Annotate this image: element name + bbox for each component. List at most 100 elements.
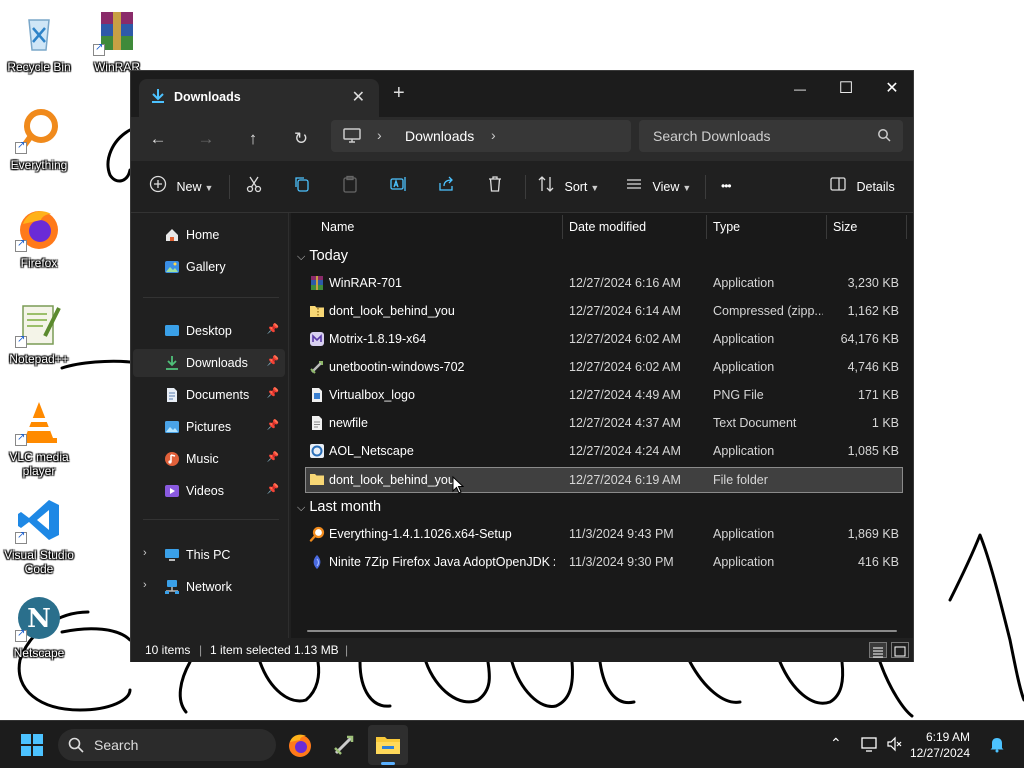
file-row[interactable]: AOL_Netscape 12/27/2024 4:24 AM Applicat… <box>305 439 903 465</box>
group-header-today[interactable]: ⌵ Today <box>297 248 348 264</box>
file-name: WinRAR-701 <box>329 276 402 290</box>
chevron-down-icon: ⌵ <box>297 251 306 263</box>
taskbar-file-explorer[interactable] <box>368 725 408 765</box>
search-box[interactable]: Search Downloads <box>639 120 903 152</box>
sidebar-item-documents[interactable]: Documents 📌 <box>133 381 285 409</box>
group-header-last-month[interactable]: ⌵ Last month <box>297 499 381 515</box>
pin-icon[interactable]: 📌 <box>267 324 279 335</box>
chevron-right-icon[interactable]: › <box>377 127 382 143</box>
taskbar-clock[interactable]: 6:19 AM 12/27/2024 <box>910 729 970 761</box>
horizontal-scrollbar[interactable] <box>307 630 897 632</box>
desktop-icon-vscode[interactable]: Visual Studio Code <box>0 496 78 576</box>
share-button[interactable] <box>438 175 456 199</box>
cut-button[interactable] <box>245 175 263 199</box>
pin-icon[interactable]: 📌 <box>267 420 279 431</box>
shortcut-arrow-icon <box>15 238 27 252</box>
file-row[interactable]: Ninite 7Zip Firefox Java AdoptOpenJDK x.… <box>305 550 903 576</box>
column-header-type[interactable]: Type <box>713 213 740 241</box>
file-size: 416 KB <box>857 555 899 569</box>
pin-icon[interactable]: 📌 <box>267 484 279 495</box>
tiles-view-button[interactable] <box>891 642 909 658</box>
taskbar-search[interactable]: Search <box>58 729 276 761</box>
music-icon <box>164 451 180 467</box>
sidebar-item-gallery[interactable]: Gallery <box>133 253 285 281</box>
tab-close-icon[interactable]: ✕ <box>352 87 365 107</box>
divider: | <box>199 643 203 657</box>
shortcut-arrow-icon <box>15 530 27 544</box>
pin-icon[interactable]: 📌 <box>267 356 279 367</box>
column-header-date[interactable]: Date modified <box>569 213 646 241</box>
column-header-size[interactable]: Size <box>833 213 857 241</box>
desktop-icon-vlc[interactable]: VLC media player <box>0 398 78 478</box>
file-row[interactable]: Motrix-1.8.19-x64 12/27/2024 6:02 AM App… <box>305 327 903 353</box>
details-view-button[interactable] <box>869 642 887 658</box>
sort-button[interactable]: Sort ▼ <box>537 175 599 199</box>
desktop-icon-everything[interactable]: Everything <box>0 106 78 172</box>
rename-button[interactable] <box>389 175 407 199</box>
breadcrumb-downloads[interactable]: Downloads <box>405 128 474 144</box>
copy-button[interactable] <box>293 175 311 199</box>
file-row[interactable]: unetbootin-windows-702 12/27/2024 6:02 A… <box>305 355 903 381</box>
delete-button[interactable] <box>486 175 504 199</box>
pin-icon[interactable]: 📌 <box>267 388 279 399</box>
file-row[interactable]: dont_look_behind_you 12/27/2024 6:14 AM … <box>305 299 903 325</box>
tab-downloads[interactable]: Downloads ✕ <box>139 79 379 117</box>
display-icon[interactable] <box>860 735 878 756</box>
refresh-button[interactable]: ↻ <box>286 127 316 153</box>
file-date: 12/27/2024 6:19 AM <box>569 473 681 487</box>
pin-icon[interactable]: 📌 <box>267 452 279 463</box>
taskbar: Search ⌃ 6:19 AM 12/27/2024 <box>0 720 1024 768</box>
file-row[interactable]: Virtualbox_logo 12/27/2024 4:49 AM PNG F… <box>305 383 903 409</box>
address-bar[interactable]: › Downloads › <box>331 120 631 152</box>
chevron-right-icon[interactable]: › <box>491 127 496 143</box>
details-label: Details <box>856 179 895 194</box>
file-explorer-window: Downloads ✕ + — ☐ ✕ ← → ↑ ↻ › Downloads … <box>130 70 914 662</box>
desktop-icon-winrar[interactable]: WinRAR <box>78 8 156 74</box>
sidebar-item-network[interactable]: › Network <box>133 573 285 601</box>
desktop-icon-recycle-bin[interactable]: Recycle Bin <box>0 8 78 74</box>
chevron-right-icon[interactable]: › <box>143 547 147 559</box>
sidebar-item-videos[interactable]: Videos 📌 <box>133 477 285 505</box>
everything-icon <box>15 106 63 154</box>
desktop-icon-firefox[interactable]: Firefox <box>0 204 78 270</box>
maximize-button[interactable]: ☐ <box>823 75 869 107</box>
view-button[interactable]: View ▼ <box>625 175 691 199</box>
file-type: Application <box>713 276 775 290</box>
chevron-up-icon[interactable]: ⌃ <box>830 735 842 752</box>
rename-icon <box>389 175 407 200</box>
file-date: 12/27/2024 6:16 AM <box>569 276 681 290</box>
close-button[interactable]: ✕ <box>869 75 915 107</box>
taskbar-unetbootin[interactable] <box>324 725 364 765</box>
file-row[interactable]: newfile 12/27/2024 4:37 AM Text Document… <box>305 411 903 437</box>
sidebar-item-pictures[interactable]: Pictures 📌 <box>133 413 285 441</box>
details-pane-button[interactable]: Details <box>829 175 895 199</box>
paste-button[interactable] <box>341 175 359 199</box>
desktop-icon-notepadpp[interactable]: Notepad++ <box>0 300 78 366</box>
sidebar-item-music[interactable]: Music 📌 <box>133 445 285 473</box>
file-row[interactable]: Everything-1.4.1.1026.x64-Setup 11/3/202… <box>305 522 903 548</box>
file-row-selected[interactable]: dont_look_behind_you 12/27/2024 6:19 AM … <box>305 467 903 494</box>
sidebar-item-desktop[interactable]: Desktop 📌 <box>133 317 285 345</box>
sidebar-item-this-pc[interactable]: › This PC <box>133 541 285 569</box>
taskbar-firefox[interactable] <box>280 725 320 765</box>
file-type: Text Document <box>713 416 797 430</box>
chevron-right-icon[interactable]: › <box>143 579 147 591</box>
sidebar-item-home[interactable]: Home <box>133 221 285 249</box>
notification-bell-icon[interactable] <box>988 735 1006 756</box>
new-tab-button[interactable]: + <box>393 83 405 103</box>
forward-button[interactable]: → <box>191 127 221 153</box>
start-button[interactable] <box>12 725 52 765</box>
volume-muted-icon[interactable] <box>886 735 904 756</box>
more-options-button[interactable]: ••• <box>721 175 732 199</box>
file-row[interactable]: WinRAR-701 12/27/2024 6:16 AM Applicatio… <box>305 271 903 297</box>
back-button[interactable]: ← <box>143 127 173 153</box>
sidebar-item-downloads[interactable]: Downloads 📌 <box>133 349 285 377</box>
desktop-icon-netscape[interactable]: N Netscape <box>0 594 78 660</box>
clock-time: 6:19 AM <box>925 730 970 744</box>
file-name: newfile <box>329 416 368 430</box>
column-header-name[interactable]: Name <box>321 213 354 241</box>
up-button[interactable]: ↑ <box>238 127 268 153</box>
new-button[interactable]: New ▼ <box>149 175 213 199</box>
minimize-button[interactable]: — <box>777 75 823 107</box>
chevron-down-icon: ⌵ <box>297 502 306 514</box>
